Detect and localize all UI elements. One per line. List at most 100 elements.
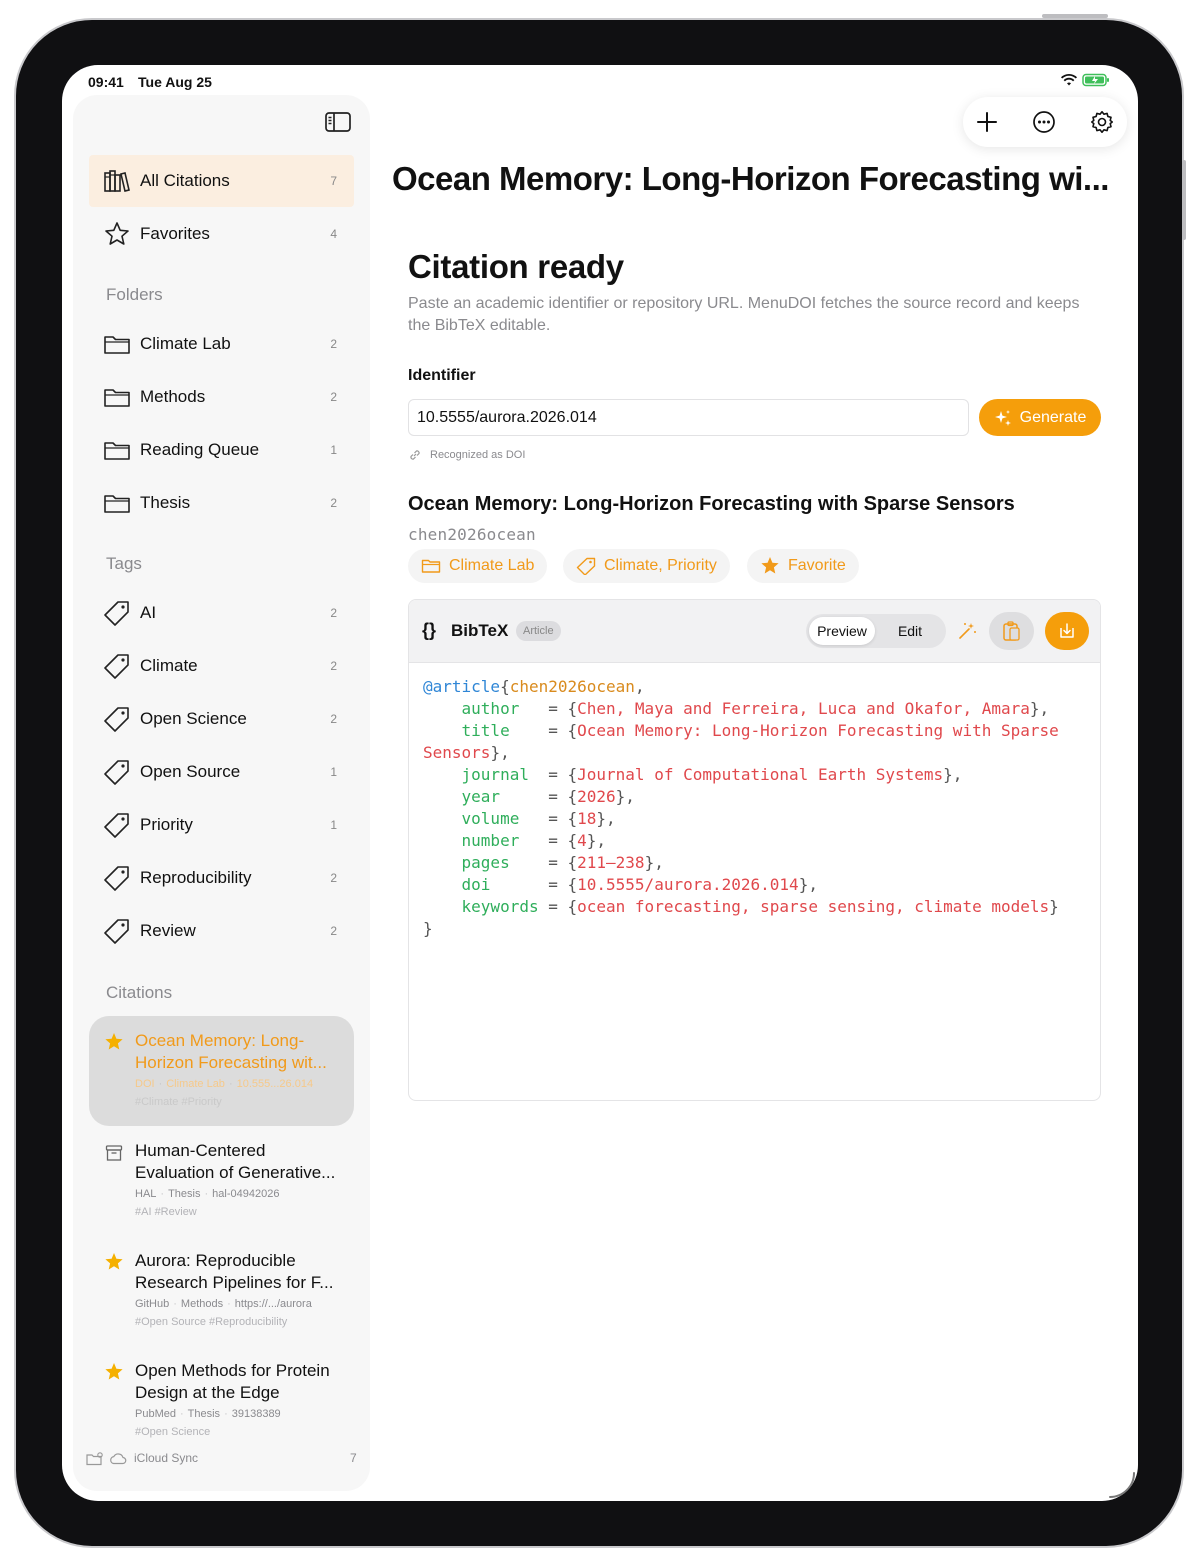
sidebar-item-tag-climate[interactable]: Climate 2 xyxy=(89,640,354,692)
bibtex-line: volume = {18}, xyxy=(461,809,616,828)
folder-chip-label: Climate Lab xyxy=(449,557,535,574)
magic-wand-icon[interactable] xyxy=(956,620,978,642)
sidebar-item-label: Methods xyxy=(140,387,206,406)
citation-tags: #AI #Review xyxy=(135,1206,197,1218)
sidebar-item-label: AI xyxy=(140,603,157,622)
folder-badge-icon xyxy=(86,1452,103,1466)
sidebar-item-count: 2 xyxy=(330,871,337,885)
sidebar-item-count: 2 xyxy=(330,496,337,510)
tag-icon xyxy=(104,601,129,626)
sync-label: iCloud Sync xyxy=(134,1451,199,1465)
sidebar-item-count: 2 xyxy=(330,659,337,673)
sidebar-toggle-icon[interactable] xyxy=(324,110,352,134)
sidebar-item-tag-review[interactable]: Review 2 xyxy=(89,905,354,957)
folder-icon xyxy=(421,559,441,573)
citation-meta: PubMed · Thesis · 39138389 xyxy=(135,1408,281,1420)
favorite-chip[interactable]: Favorite xyxy=(747,549,859,583)
bibtex-line: doi = {10.5555/aurora.2026.014}, xyxy=(461,875,818,894)
citation-folder: Climate Lab xyxy=(166,1078,225,1090)
identifier-input[interactable] xyxy=(408,399,969,436)
favorite-chip-label: Favorite xyxy=(788,557,846,574)
star-outline-icon xyxy=(105,222,129,245)
sync-status: iCloud Sync 7 xyxy=(86,1449,357,1473)
citation-list-item[interactable]: Aurora: Reproducible Research Pipelines … xyxy=(89,1236,354,1346)
sidebar-item-label: Review xyxy=(140,921,196,940)
sidebar-item-tag-ai[interactable]: AI 2 xyxy=(89,587,354,639)
citation-source: DOI xyxy=(135,1078,155,1090)
sidebar-item-tag-priority[interactable]: Priority 1 xyxy=(89,799,354,851)
sidebar-item-tag-reproducibility[interactable]: Reproducibility 2 xyxy=(89,852,354,904)
citation-heading: Ocean Memory: Long-Horizon Forecasting w… xyxy=(408,493,1015,515)
status-time: 09:41 xyxy=(88,74,124,90)
sidebar-item-tag-open-source[interactable]: Open Source 1 xyxy=(89,746,354,798)
citation-list-item[interactable]: Human-Centered Evaluation of Generative.… xyxy=(89,1126,354,1236)
page-heading: Citation ready xyxy=(408,248,624,285)
sidebar-item-all-citations[interactable]: All Citations 7 xyxy=(89,155,354,207)
bibtex-line: year = {2026}, xyxy=(461,787,635,806)
sidebar-item-count: 1 xyxy=(330,443,337,457)
citation-title: Human-Centered Evaluation of Generative.… xyxy=(135,1141,336,1182)
braces-icon: {} xyxy=(422,620,437,640)
sidebar-item-label: Open Science xyxy=(140,709,247,728)
tags-chip[interactable]: Climate, Priority xyxy=(563,549,730,583)
citation-title: Ocean Memory: Long-Horizon Forecasting w… xyxy=(135,1031,327,1072)
sidebar-item-tag-open-science[interactable]: Open Science 2 xyxy=(89,693,354,745)
sidebar-item-favorites[interactable]: Favorites 4 xyxy=(89,208,354,260)
citation-tags: #Open Source #Reproducibility xyxy=(135,1316,288,1328)
clipboard-icon xyxy=(1002,621,1020,641)
citation-tags: #Open Science xyxy=(135,1426,211,1438)
top-button xyxy=(1042,14,1108,18)
preview-edit-segmented-control: Preview Edit xyxy=(806,614,946,648)
citation-title: Aurora: Reproducible Research Pipelines … xyxy=(135,1251,334,1292)
status-date: Tue Aug 25 xyxy=(138,74,212,90)
tag-icon xyxy=(104,654,129,679)
sidebar-item-label: Climate Lab xyxy=(140,334,231,353)
bibtex-line: } xyxy=(423,919,433,938)
bibtex-line: keywords = {ocean forecasting, sparse se… xyxy=(461,897,1059,916)
citation-folder: Thesis xyxy=(168,1188,201,1200)
sidebar-item-label: All Citations xyxy=(140,171,230,190)
tags-heading: Tags xyxy=(106,554,142,573)
sidebar-item-label: Reproducibility xyxy=(140,868,252,887)
bibtex-header: {} BibTeX Article Preview Edit xyxy=(409,600,1100,663)
page-description: Paste an academic identifier or reposito… xyxy=(408,295,1080,334)
sidebar-item-count: 1 xyxy=(330,765,337,779)
copy-button[interactable] xyxy=(989,612,1034,650)
battery-icon xyxy=(1082,73,1109,87)
tab-edit[interactable]: Edit xyxy=(878,617,942,645)
citation-list-item[interactable]: Open Methods for Protein Design at the E… xyxy=(89,1346,354,1456)
bibtex-panel: {} BibTeX Article Preview Edit @article{… xyxy=(408,599,1101,1101)
save-button[interactable] xyxy=(1045,612,1089,650)
bibtex-line: number = {4}, xyxy=(461,831,607,850)
tab-preview[interactable]: Preview xyxy=(809,617,875,645)
ellipsis-circle-icon[interactable] xyxy=(1032,110,1056,134)
star-filled-icon xyxy=(105,1253,123,1270)
bibtex-label: BibTeX xyxy=(451,621,509,640)
gear-icon[interactable] xyxy=(1090,110,1114,134)
sidebar-item-reading-queue[interactable]: Reading Queue 1 xyxy=(89,424,354,476)
plus-icon[interactable] xyxy=(975,110,999,134)
sidebar-item-count: 2 xyxy=(330,606,337,620)
bibtex-code[interactable]: @article{chen2026ocean, author = {Chen, … xyxy=(423,676,1088,940)
sidebar-item-methods[interactable]: Methods 2 xyxy=(89,371,354,423)
sidebar-item-count: 1 xyxy=(330,818,337,832)
folder-icon xyxy=(104,389,130,407)
sidebar-item-climate-lab[interactable]: Climate Lab 2 xyxy=(89,318,354,370)
link-icon xyxy=(410,450,420,460)
sidebar: All Citations 7 Favorites 4 Folders Clim… xyxy=(73,95,370,1491)
citation-id: https://.../aurora xyxy=(234,1298,312,1310)
sidebar-item-thesis[interactable]: Thesis 2 xyxy=(89,477,354,529)
volume-button xyxy=(1182,160,1186,240)
citation-meta: HAL · Thesis · hal-04942026 xyxy=(135,1188,280,1200)
sidebar-item-label: Priority xyxy=(140,815,193,834)
sidebar-item-label: Reading Queue xyxy=(140,440,260,459)
generate-button[interactable]: Generate xyxy=(979,399,1101,436)
folder-chip[interactable]: Climate Lab xyxy=(408,549,548,583)
document-title: Ocean Memory: Long-Horizon Forecasting w… xyxy=(392,160,1109,197)
citation-list-item[interactable]: Ocean Memory: Long-Horizon Forecasting w… xyxy=(89,1016,354,1126)
citation-folder: Methods xyxy=(180,1298,224,1310)
status-icons xyxy=(1060,73,1110,87)
folder-icon xyxy=(104,495,130,513)
recognized-hint: Recognized as DOI xyxy=(408,448,525,462)
generate-label: Generate xyxy=(1019,408,1087,426)
